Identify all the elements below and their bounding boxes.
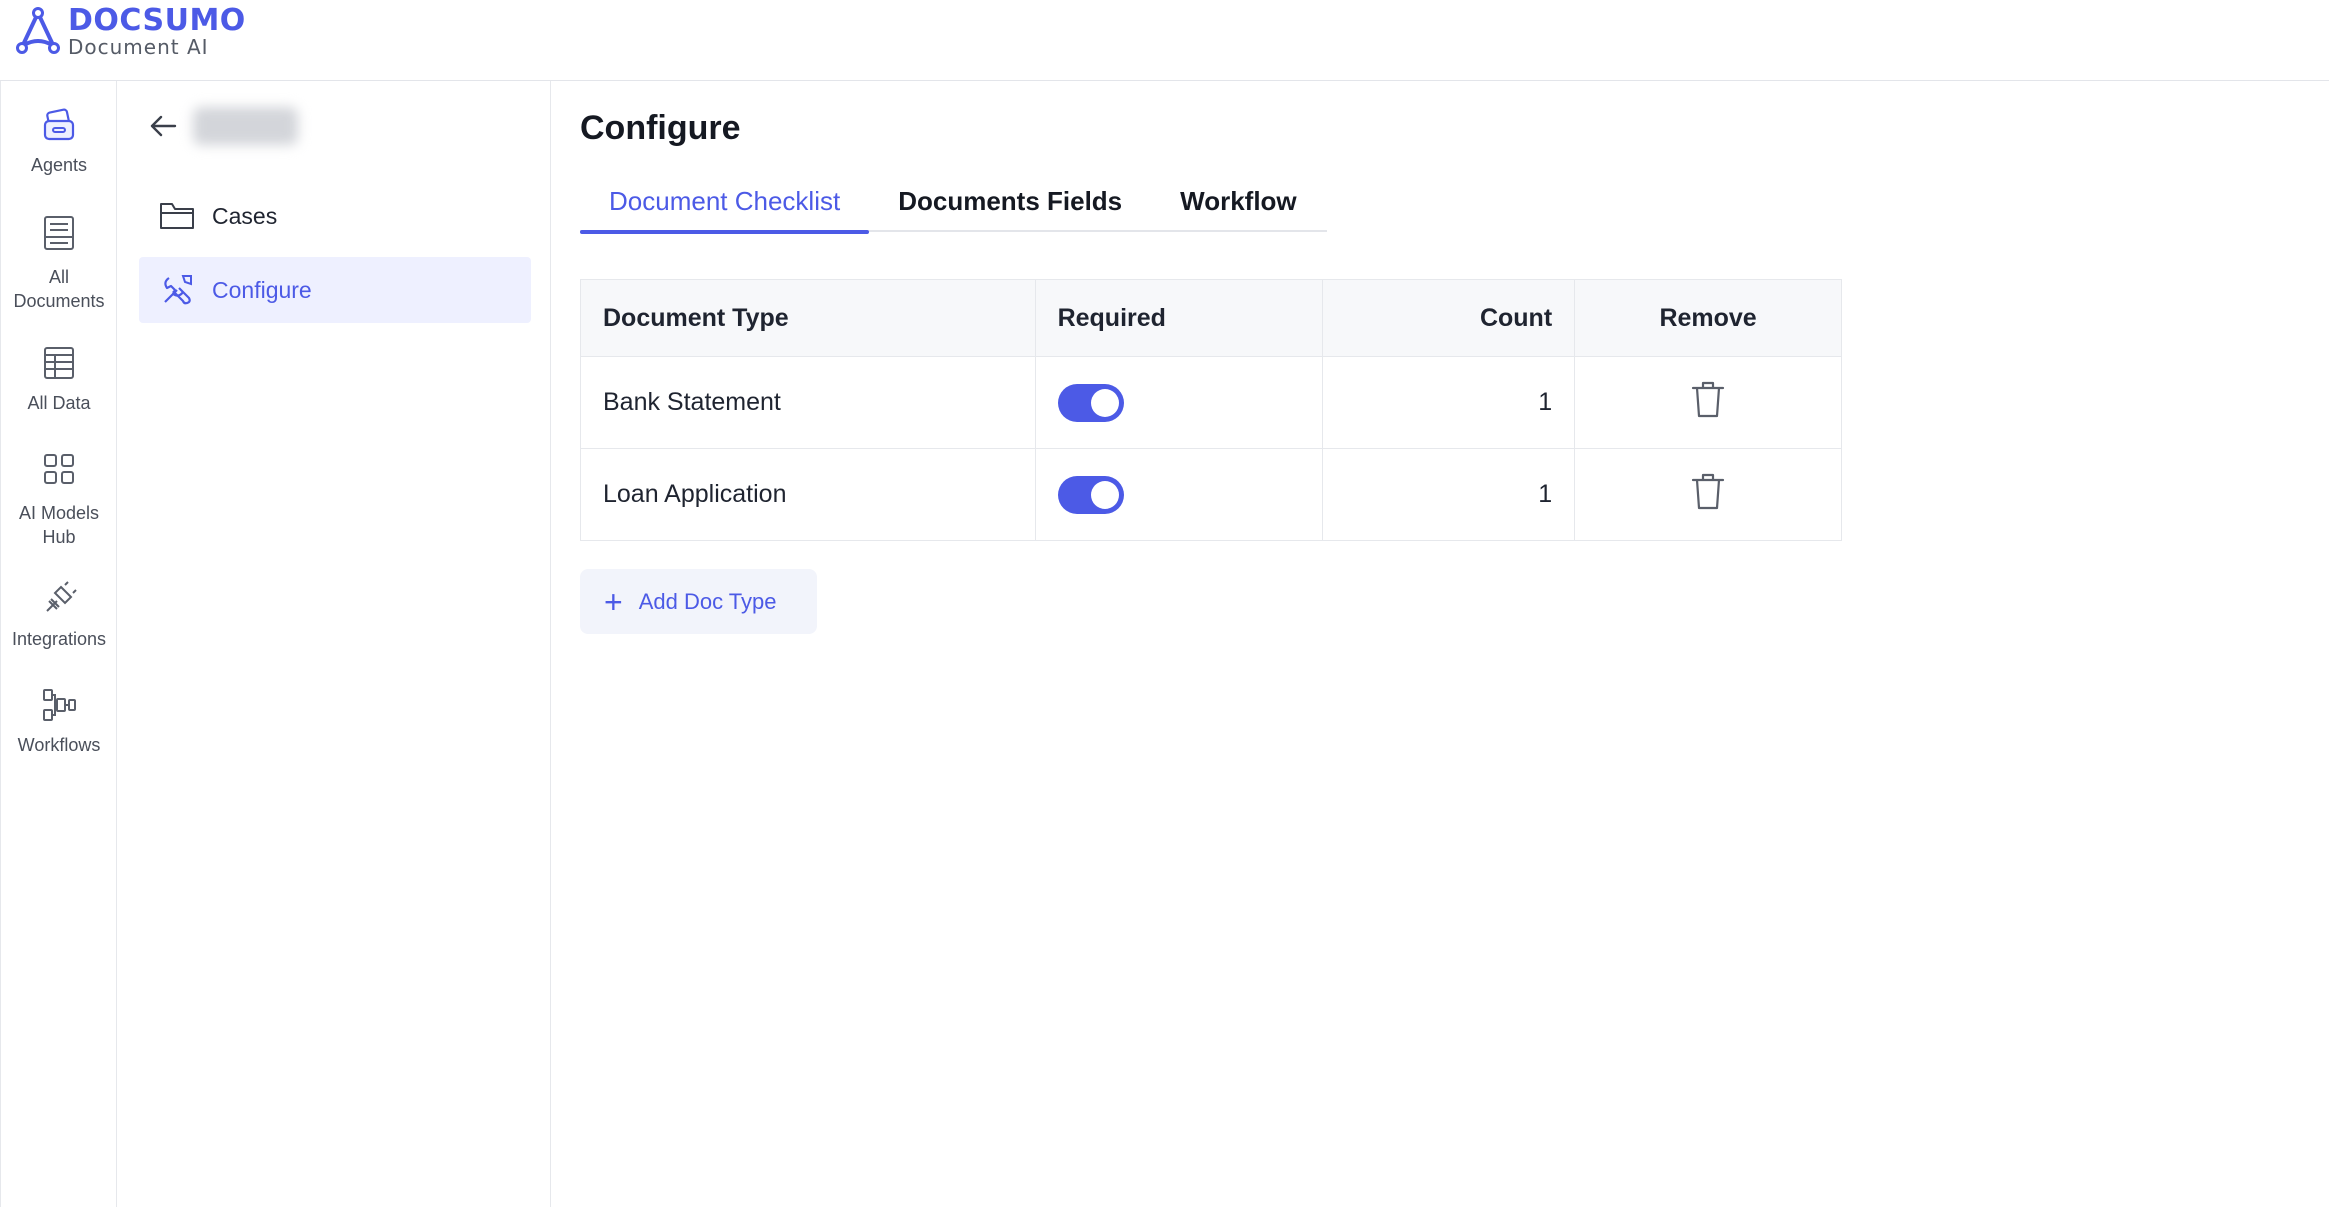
rail-label: Integrations [11,629,107,649]
table-row: Bank Statement 1 [580,356,1842,449]
count-cell: 1 [1322,448,1576,541]
tab-workflow[interactable]: Workflow [1151,186,1326,232]
count-cell: 1 [1322,356,1576,449]
rail-item-all-data[interactable]: All Data [1,343,117,415]
back-row [145,107,298,145]
document-type-cell: Loan Application [580,448,1036,541]
toggle-knob [1090,480,1119,509]
rail-label: Workflows [17,735,101,755]
tab-documents-fields[interactable]: Documents Fields [869,186,1151,232]
column-header-document-type: Document Type [580,279,1036,357]
rail-label: All Data [27,393,91,413]
grid-icon [44,454,74,484]
tab-document-checklist[interactable]: Document Checklist [580,186,870,234]
plus-icon: + [604,583,623,620]
brand-name: DOCSUMO [68,3,246,38]
brand[interactable]: DOCSUMO Document AI [14,6,246,57]
secondary-sidebar: Cases Configure [117,81,551,1207]
brand-subtitle: Document AI [68,35,209,59]
page-title: Configure [580,109,741,147]
table-header-row: Document Type Required Count Remove [580,279,1842,357]
trash-icon[interactable] [1690,471,1726,511]
arrow-left-icon[interactable] [145,108,181,144]
required-cell [1034,356,1324,449]
rail-label: AI Models Hub [18,503,100,547]
remove-cell [1574,448,1842,541]
column-header-count: Count [1322,279,1576,357]
rail-label: Agents [30,155,88,175]
tab-bar: Document Checklist Documents Fields Work… [580,186,1327,234]
main-content: Configure Document Checklist Documents F… [551,81,2329,1207]
required-toggle[interactable] [1057,475,1124,514]
rail-item-workflows[interactable]: Workflows [1,685,117,757]
sidebar-item-label: Cases [212,202,278,229]
left-rail: Agents All Documents All Data AI Models … [0,81,117,1207]
document-checklist-table: Document Type Required Count Remove Bank… [580,279,1842,541]
docsumo-logo-icon [16,6,60,54]
folder-icon [160,203,194,229]
remove-cell [1574,356,1842,449]
rail-item-integrations[interactable]: Integrations [1,579,117,651]
trash-icon[interactable] [1690,379,1726,419]
plug-icon [46,581,77,612]
rail-item-all-documents[interactable]: All Documents [1,213,117,313]
add-doc-type-label: Add Doc Type [638,588,777,614]
agents-icon [43,108,75,141]
top-header: DOCSUMO Document AI [0,0,2329,81]
required-cell [1034,448,1324,541]
add-doc-type-button[interactable]: + Add Doc Type [580,569,817,634]
table-row: Loan Application 1 [580,448,1842,541]
rail-item-ai-models-hub[interactable]: AI Models Hub [1,449,117,549]
workflow-icon [43,689,76,721]
required-toggle[interactable] [1057,383,1124,422]
column-header-required: Required [1034,279,1324,357]
column-header-remove: Remove [1574,279,1842,357]
sidebar-item-label: Configure [212,276,312,303]
documents-icon [44,216,74,250]
sidebar-item-cases[interactable]: Cases [139,183,531,249]
table-icon [44,347,74,379]
rail-label: All Documents [13,267,105,311]
rail-item-agents[interactable]: Agents [1,105,117,177]
sidebar-item-configure[interactable]: Configure [139,257,531,323]
tools-icon [164,275,192,305]
redacted-agent-name [193,107,298,145]
document-type-cell: Bank Statement [580,356,1036,449]
toggle-knob [1090,388,1119,417]
